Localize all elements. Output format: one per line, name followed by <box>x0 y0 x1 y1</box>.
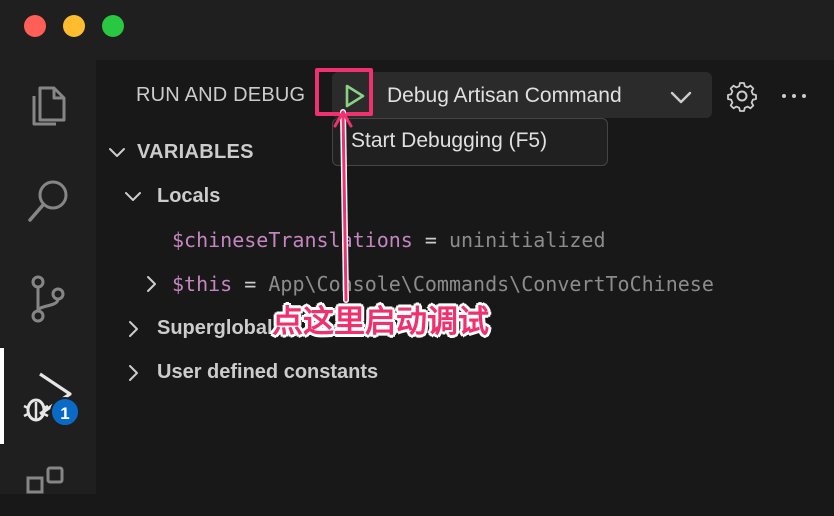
debug-configuration-label[interactable]: Debug Artisan Command <box>387 84 622 108</box>
play-button-highlight <box>315 68 373 116</box>
locals-scope[interactable]: Locals <box>157 185 220 208</box>
extensions-icon[interactable] <box>22 464 74 516</box>
maximize-window-button[interactable] <box>102 15 124 37</box>
user-constants-scope[interactable]: User defined constants <box>157 361 378 384</box>
debug-badge: 1 <box>50 397 80 427</box>
variables-section-header[interactable]: VARIABLES <box>137 141 254 164</box>
variable-equals: = <box>244 272 257 296</box>
title-bar <box>0 0 834 60</box>
panel-title: RUN AND DEBUG <box>136 84 306 106</box>
annotation-label: 点这里启动调试 <box>272 304 489 340</box>
variable-row[interactable]: $this = App\Console\Commands\ConvertToCh… <box>172 272 714 296</box>
chevron-down-icon[interactable] <box>122 186 144 208</box>
chevron-down-icon[interactable] <box>668 84 694 110</box>
variable-row[interactable]: $chineseTranslations = uninitialized <box>172 228 606 252</box>
chevron-right-icon[interactable] <box>122 362 144 384</box>
variable-value: uninitialized <box>448 228 606 252</box>
search-icon[interactable] <box>22 176 74 228</box>
chevron-right-icon[interactable] <box>140 273 162 295</box>
variable-name: $this <box>172 272 233 296</box>
start-debugging-tooltip: Start Debugging (F5) <box>332 118 608 166</box>
variable-equals: = <box>424 228 437 252</box>
chevron-right-icon[interactable] <box>122 318 144 340</box>
variable-value: App\Console\Commands\ConvertToChinese <box>268 272 714 296</box>
variable-name: $chineseTranslations <box>172 228 413 252</box>
chevron-down-icon[interactable] <box>106 142 128 164</box>
gear-icon[interactable] <box>726 80 758 112</box>
more-actions-icon[interactable] <box>778 80 810 112</box>
minimize-window-button[interactable] <box>63 15 85 37</box>
source-control-icon[interactable] <box>22 272 74 324</box>
active-view-indicator <box>0 348 4 444</box>
superglobals-scope[interactable]: Superglobals <box>157 317 284 340</box>
files-icon[interactable] <box>22 80 74 132</box>
close-window-button[interactable] <box>24 15 46 37</box>
